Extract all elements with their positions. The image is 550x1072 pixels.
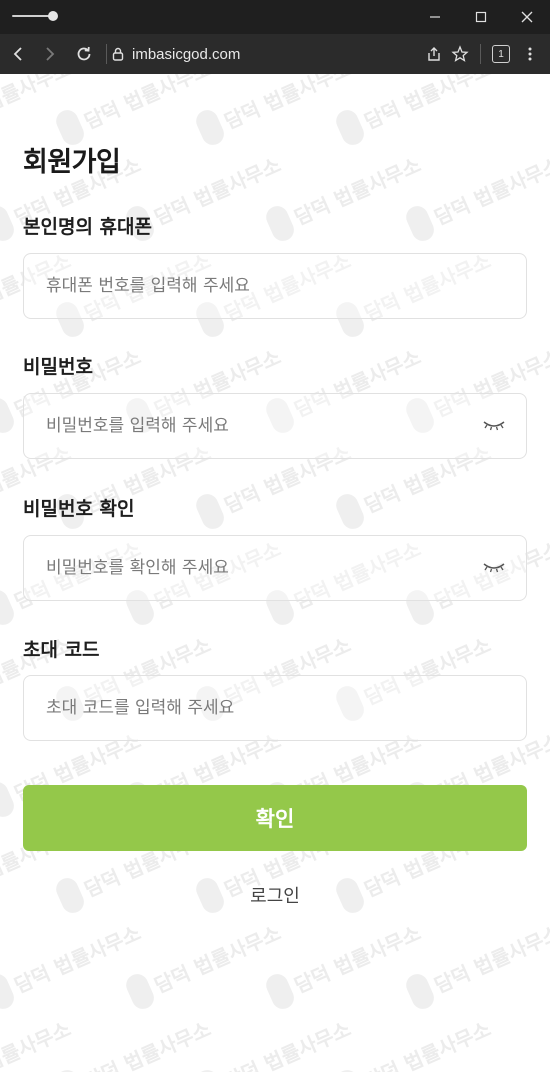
browser-toolbar: imbasicgod.com 1 [0,34,550,74]
window-slider-knob[interactable] [48,11,58,21]
more-menu-button[interactable] [516,40,544,68]
phone-label: 본인명의 휴대폰 [23,216,152,238]
more-menu-icon [528,47,532,61]
tab-count-icon[interactable]: 1 [492,45,510,63]
forward-arrow-icon [46,47,55,61]
close-button[interactable] [504,0,550,34]
bookmark-button[interactable] [446,40,474,68]
phone-input[interactable] [46,254,466,318]
forward-button[interactable] [36,40,64,68]
password-input[interactable] [46,394,466,458]
signup-form: 회원가입 본인명의 휴대폰 비밀번호 비밀번호 확인 초대 코드 확인 로그인 [0,74,550,1072]
lock-icon [112,47,124,61]
phone-field[interactable] [23,253,527,319]
page-title: 회원가입 [23,147,121,178]
toolbar-separator [480,44,481,64]
minimize-button[interactable] [412,0,458,34]
login-link[interactable]: 로그인 [0,882,550,908]
eye-closed-icon[interactable] [482,558,506,576]
back-button[interactable] [4,40,32,68]
maximize-icon [475,11,487,23]
password-confirm-field[interactable] [23,535,527,601]
invite-code-field[interactable] [23,675,527,741]
back-arrow-icon [13,47,22,61]
share-button[interactable] [420,40,448,68]
window-title-bar [0,0,550,34]
address-bar[interactable]: imbasicgod.com [112,40,424,68]
password-confirm-input[interactable] [46,536,466,600]
submit-button[interactable]: 확인 [23,785,527,851]
invite-code-label: 초대 코드 [23,639,100,661]
url-text: imbasicgod.com [132,45,241,63]
reload-icon [77,46,91,61]
toolbar-separator [106,44,107,64]
share-icon [428,47,440,61]
invite-code-input[interactable] [46,676,466,740]
reload-button[interactable] [70,40,98,68]
eye-closed-icon[interactable] [482,416,506,434]
password-confirm-label: 비밀번호 확인 [23,498,135,520]
bookmark-star-icon [451,45,469,62]
maximize-button[interactable] [458,0,504,34]
minimize-icon [430,16,440,18]
close-icon [521,11,533,23]
password-label: 비밀번호 [23,356,93,378]
password-field[interactable] [23,393,527,459]
